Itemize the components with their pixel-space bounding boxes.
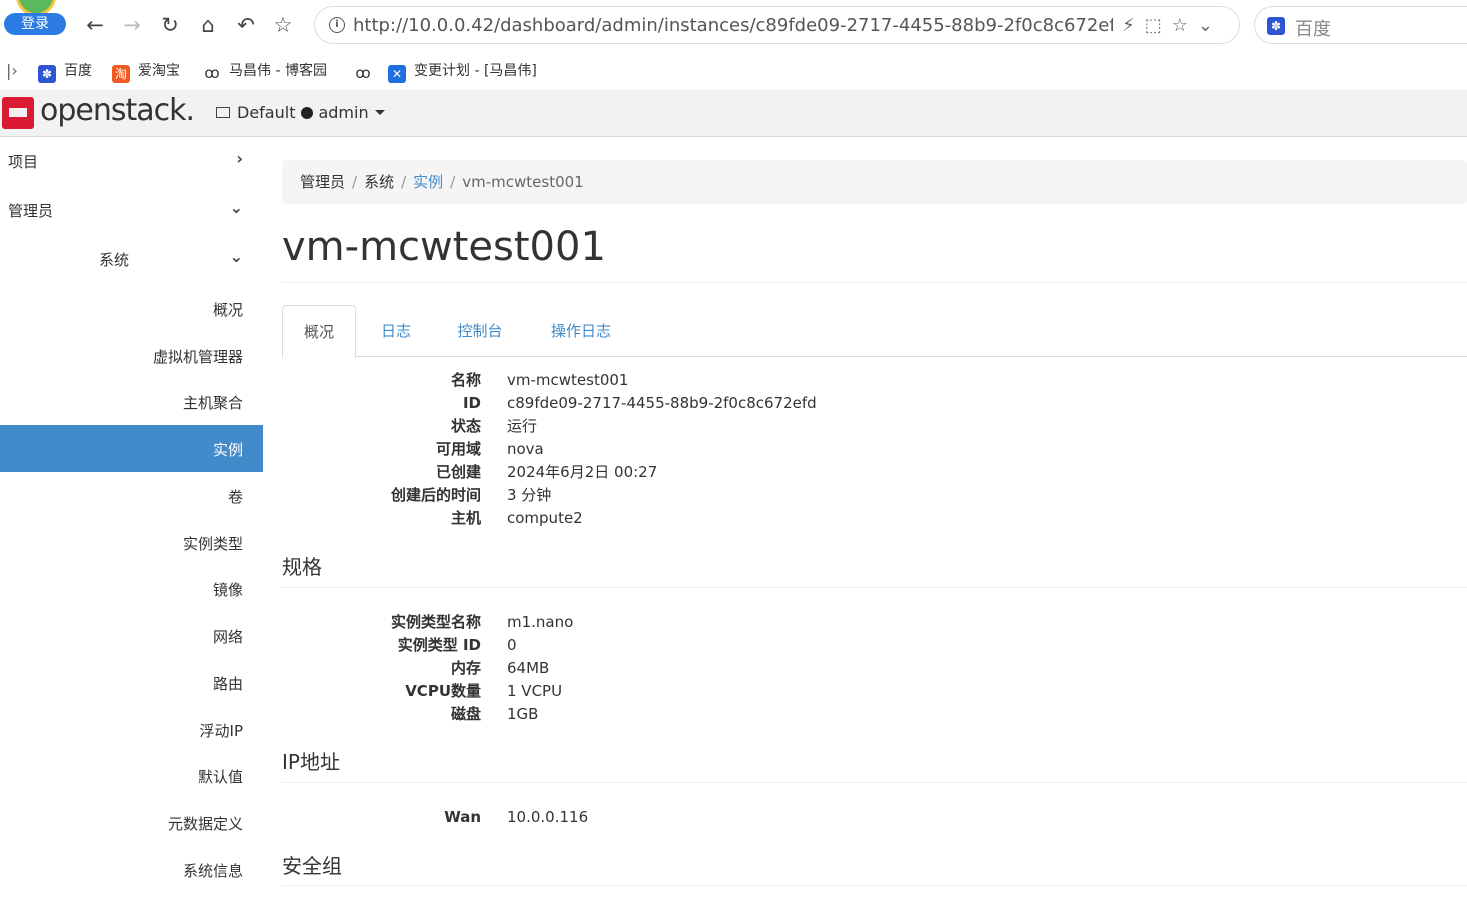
bookmark-cnblogs[interactable]: ꝏ 马昌伟 - 博客园 <box>203 61 327 82</box>
section-title-security-groups: 安全组 <box>282 854 342 878</box>
overview-row-age: 创建后的时间 3 分钟 <box>390 486 552 504</box>
sidebar-item-project[interactable]: 项目 › <box>0 137 263 184</box>
user-name: admin <box>318 103 369 122</box>
openstack-logo-icon <box>2 97 34 129</box>
section-divider <box>282 587 1467 588</box>
sidebar-item-floating-ips[interactable]: 浮动IP <box>0 706 263 753</box>
search-box[interactable]: ✽ 百度 <box>1254 6 1467 44</box>
overview-row-created: 已创建 2024年6月2日 00:27 <box>435 463 658 481</box>
tab-overview[interactable]: 概况 <box>282 305 356 358</box>
baidu-icon: ✽ <box>38 65 56 83</box>
bookmark-cnblogs-2[interactable]: ꝏ <box>354 61 380 82</box>
breadcrumb-link-instances[interactable]: 实例 <box>413 173 443 191</box>
sidebar-item-routers[interactable]: 路由 <box>0 659 263 706</box>
chevron-down-icon: ⌄ <box>229 198 243 217</box>
breadcrumb: 管理员 / 系统 / 实例 / vm-mcwtest001 <box>282 160 1467 204</box>
url-text[interactable]: http://10.0.0.42/dashboard/admin/instanc… <box>353 15 1113 37</box>
sidebar-item-metadata-definitions[interactable]: 元数据定义 <box>0 799 263 846</box>
chevron-down-icon: ⌄ <box>229 247 243 266</box>
login-label: 登录 <box>4 13 66 35</box>
baidu-paw-icon: ✽ <box>1267 17 1285 35</box>
breadcrumb-current: vm-mcwtest001 <box>462 173 584 191</box>
sidebar-item-flavors[interactable]: 实例类型 <box>0 519 263 566</box>
overview-row-id: ID c89fde09-2717-4455-88b9-2f0c8c672efd <box>462 394 817 412</box>
confluence-icon: ✕ <box>388 65 406 83</box>
sidebar-item-system-info[interactable]: 系统信息 <box>0 846 263 893</box>
openstack-header: openstack. Default admin <box>0 90 1467 137</box>
sidebar-item-networks[interactable]: 网络 <box>0 612 263 659</box>
forward-icon[interactable]: → <box>119 12 145 38</box>
spec-row-ram: 内存 64MB <box>450 659 550 677</box>
back-icon[interactable]: ← <box>82 12 108 38</box>
site-info-icon[interactable]: i <box>329 17 345 33</box>
cnblogs-icon: ꝏ <box>354 64 372 82</box>
bookmark-aitaobao[interactable]: 淘爱淘宝 <box>112 61 180 83</box>
spec-row-flavor-name: 实例类型名称 m1.nano <box>390 613 574 631</box>
section-title-ip-addresses: IP地址 <box>282 750 340 774</box>
sidebar-item-admin[interactable]: 管理员 ⌄ <box>0 186 263 233</box>
login-badge[interactable]: 登录 <box>4 0 68 36</box>
bookmark-baidu[interactable]: ✽ 百度 <box>38 61 92 83</box>
overview-row-status: 状态 运行 <box>450 417 538 435</box>
ip-row-wan: Wan 10.0.0.116 <box>444 808 589 826</box>
address-bar[interactable]: i http://10.0.0.42/dashboard/admin/insta… <box>314 6 1240 44</box>
breadcrumb-item: 管理员 <box>300 173 346 191</box>
spec-row-disk: 磁盘 1GB <box>450 705 539 723</box>
tab-console[interactable]: 控制台 <box>444 305 516 357</box>
section-divider <box>282 885 1467 886</box>
home-icon[interactable]: ⌂ <box>195 12 221 38</box>
taobao-icon: 淘 <box>112 65 130 83</box>
sidebar-toggle-icon[interactable]: |› <box>6 61 18 81</box>
project-switcher[interactable]: Default admin <box>216 103 385 122</box>
favorite-star-icon[interactable]: ☆ <box>270 12 296 38</box>
tab-log[interactable]: 日志 <box>364 305 428 357</box>
tab-action-log[interactable]: 操作日志 <box>538 305 624 357</box>
overview-row-host: 主机 compute2 <box>450 509 583 527</box>
spec-row-vcpus: VCPU数量 1 VCPU <box>405 682 563 700</box>
sidebar-item-overview[interactable]: 概况 <box>0 285 263 332</box>
breadcrumb-item: 系统 <box>364 173 395 191</box>
sidebar-item-images[interactable]: 镜像 <box>0 565 263 612</box>
sidebar-item-system[interactable]: 系统 ⌄ <box>0 235 263 282</box>
title-divider <box>282 282 1467 283</box>
reload-icon[interactable]: ↻ <box>157 12 183 38</box>
sidebar-item-hypervisors[interactable]: 虚拟机管理器 <box>0 332 263 379</box>
browser-toolbar: 登录 ← → ↻ ⌂ ↶ ☆ i http://10.0.0.42/dashbo… <box>0 0 1467 52</box>
sidebar: 项目 › 管理员 ⌄ 系统 ⌄ 概况 虚拟机管理器 主机聚合 实例 卷 实例类型… <box>0 137 263 912</box>
page-title: vm-mcwtest001 <box>282 224 606 270</box>
spec-row-flavor-id: 实例类型 ID 0 <box>397 636 517 654</box>
project-name: Default <box>237 103 296 122</box>
sidebar-item-host-aggregates[interactable]: 主机聚合 <box>0 378 263 425</box>
section-divider <box>282 782 1467 783</box>
address-bar-icons[interactable]: ⚡⬚☆⌄ <box>1122 15 1223 36</box>
sidebar-item-volumes[interactable]: 卷 <box>0 472 263 519</box>
bookmark-change-plan[interactable]: ✕ 变更计划 - [马昌伟] <box>388 61 537 83</box>
undo-icon[interactable]: ↶ <box>233 12 259 38</box>
overview-row-name: 名称 vm-mcwtest001 <box>450 371 629 389</box>
sidebar-item-instances[interactable]: 实例 <box>0 425 263 472</box>
sidebar-item-defaults[interactable]: 默认值 <box>0 752 263 799</box>
main-content: 管理员 / 系统 / 实例 / vm-mcwtest001 vm-mcwtest001 概况… <box>282 160 1467 912</box>
caret-down-icon <box>374 110 385 115</box>
logo-text: openstack. <box>40 93 195 128</box>
cnblogs-icon: ꝏ <box>203 64 221 82</box>
bookmarks-bar: |› ✽ 百度 淘爱淘宝 ꝏ 马昌伟 - 博客园 ꝏ ✕ 变更计划 - [马昌伟] <box>0 52 1467 90</box>
chevron-right-icon: › <box>236 149 243 168</box>
tab-bar: 概况 日志 控制台 操作日志 <box>282 305 1467 358</box>
search-engine-label: 百度 <box>1295 19 1331 40</box>
section-title-specs: 规格 <box>282 555 322 579</box>
separator-dot-icon <box>301 107 314 119</box>
project-icon <box>216 107 230 118</box>
overview-row-availability-zone: 可用域 nova <box>435 440 544 458</box>
